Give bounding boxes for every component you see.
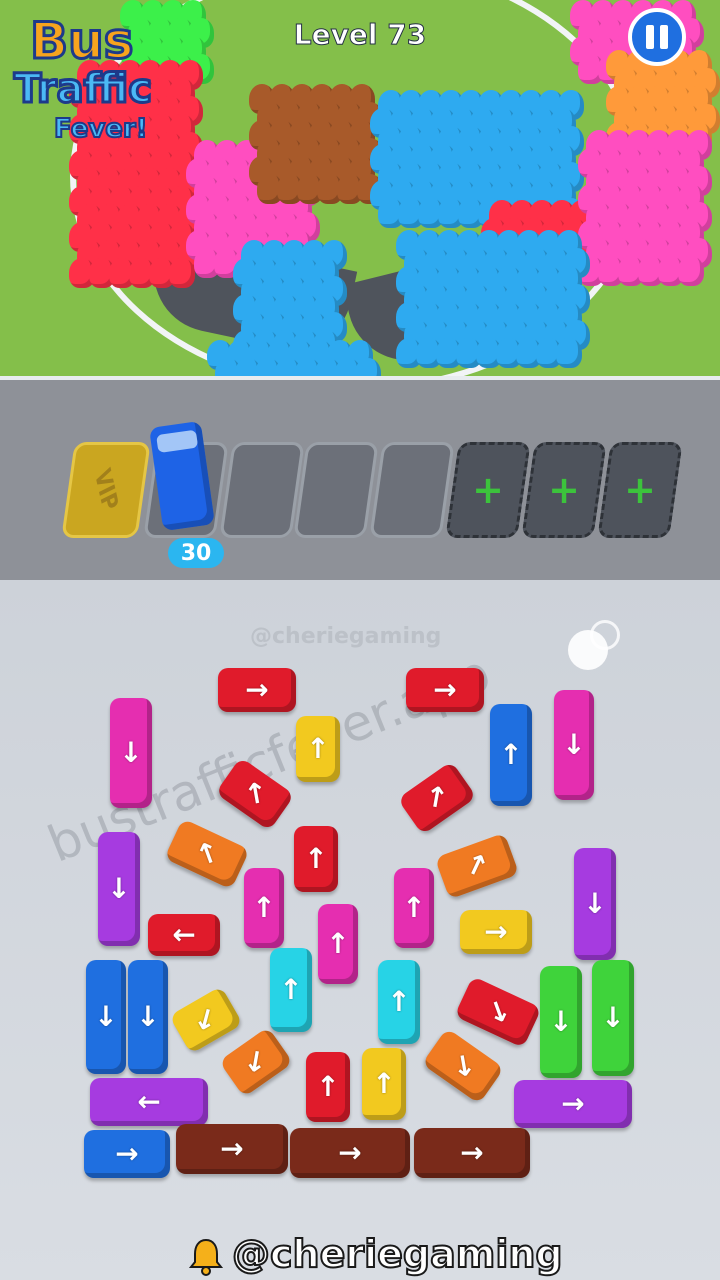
direction-arrow-icon: ↗	[460, 846, 494, 886]
parking-slot	[219, 442, 305, 538]
magenta-bus[interactable]: ↓	[554, 690, 594, 800]
blue-bus[interactable]: ↓	[86, 960, 126, 1074]
locked-slot[interactable]: +	[521, 442, 607, 538]
direction-arrow-icon: →	[460, 1136, 484, 1169]
direction-arrow-icon: →	[245, 673, 269, 706]
purple-bus[interactable]: ↓	[574, 848, 616, 960]
direction-arrow-icon: ←	[172, 918, 196, 951]
direction-arrow-icon: ↓	[119, 736, 143, 769]
plus-icon: +	[548, 468, 580, 512]
direction-arrow-icon: ↓	[549, 1005, 573, 1038]
magenta-car[interactable]: ↑	[318, 904, 358, 984]
direction-arrow-icon: ↑	[402, 891, 426, 924]
pause-button[interactable]	[628, 8, 686, 66]
direction-arrow-icon: ↓	[107, 872, 131, 905]
direction-arrow-icon: ↓	[583, 887, 607, 920]
direction-arrow-icon: ↓	[136, 1000, 160, 1033]
passenger	[556, 338, 583, 368]
red-bus[interactable]: →	[406, 668, 484, 712]
logo-line-3: Fever!	[53, 113, 149, 145]
direction-arrow-icon: ↙	[236, 1041, 275, 1082]
parking-slot	[369, 442, 455, 538]
direction-arrow-icon: →	[484, 915, 508, 948]
pause-icon	[643, 25, 671, 49]
direction-arrow-icon: ↘	[480, 991, 516, 1032]
direction-arrow-icon: ↑	[252, 891, 276, 924]
vip-label: VIP	[89, 464, 123, 516]
direction-arrow-icon: →	[220, 1132, 244, 1165]
logo-line-2: Traffic	[13, 65, 154, 114]
yellow-car[interactable]: ↑	[296, 716, 340, 782]
direction-arrow-icon: ↖	[236, 773, 275, 814]
direction-arrow-icon: ↑	[372, 1067, 396, 1100]
locked-slot[interactable]: +	[445, 442, 531, 538]
level-title: Level 73	[293, 18, 427, 52]
direction-arrow-icon: ↓	[562, 728, 586, 761]
red-car[interactable]: ↑	[306, 1052, 350, 1122]
direction-arrow-icon: →	[561, 1087, 585, 1120]
purple-bus[interactable]: →	[514, 1080, 632, 1128]
direction-arrow-icon: →	[433, 673, 457, 706]
direction-arrow-icon: ↑	[499, 738, 523, 771]
direction-arrow-icon: ↘	[444, 1045, 483, 1086]
direction-arrow-icon: ↑	[316, 1070, 340, 1103]
bubble-decoration	[568, 630, 608, 670]
cyan-car[interactable]: ↑	[270, 948, 312, 1032]
blue-bus[interactable]: →	[84, 1130, 170, 1178]
direction-arrow-icon: ↑	[279, 973, 303, 1006]
red-car[interactable]: ←	[148, 914, 220, 956]
direction-arrow-icon: ↑	[304, 842, 328, 875]
brown-bus[interactable]: →	[290, 1128, 410, 1178]
yellow-car[interactable]: →	[460, 910, 532, 954]
purple-bus[interactable]: ↓	[98, 832, 140, 946]
magenta-bus[interactable]: ↓	[110, 698, 152, 808]
magenta-car[interactable]: ↑	[394, 868, 434, 948]
cyan-car[interactable]: ↑	[378, 960, 420, 1044]
yellow-car[interactable]: ↑	[362, 1048, 406, 1120]
direction-arrow-icon: ↓	[601, 1001, 625, 1034]
direction-arrow-icon: ↑	[387, 985, 411, 1018]
direction-arrow-icon: ↙	[187, 999, 225, 1040]
direction-arrow-icon: →	[115, 1137, 139, 1170]
brown-bus[interactable]: →	[176, 1124, 288, 1174]
channel-handle: @cheriegaming	[231, 1231, 564, 1277]
parking-slot	[293, 442, 379, 538]
passenger	[677, 256, 704, 286]
direction-arrow-icon: →	[338, 1136, 362, 1169]
plus-icon: +	[624, 468, 656, 512]
bus-counter: 30	[168, 538, 224, 568]
red-car[interactable]: ↑	[294, 826, 338, 892]
green-bus[interactable]: ↓	[540, 966, 582, 1078]
blue-bus[interactable]: ↓	[128, 960, 168, 1074]
green-bus[interactable]: ↓	[592, 960, 634, 1076]
direction-arrow-icon: ↖	[189, 833, 225, 874]
station-scene: VIP + + + 30 Bus Traffic Fever! Level 73	[0, 0, 720, 580]
direction-arrow-icon: ↗	[417, 777, 456, 818]
brown-bus[interactable]: →	[414, 1128, 530, 1178]
red-bus[interactable]: →	[218, 668, 296, 712]
vip-slot[interactable]: VIP	[61, 442, 151, 538]
direction-arrow-icon: ↑	[306, 732, 330, 765]
passenger	[168, 258, 195, 288]
direction-arrow-icon: ↑	[326, 927, 350, 960]
watermark-handle: @cheriegaming	[250, 624, 442, 649]
purple-bus[interactable]: ←	[90, 1078, 208, 1126]
locked-slot[interactable]: +	[597, 442, 683, 538]
bell-icon	[188, 1238, 224, 1276]
plus-icon: +	[472, 468, 504, 512]
direction-arrow-icon: ↓	[94, 1000, 118, 1033]
blue-bus[interactable]: ↑	[490, 704, 532, 806]
direction-arrow-icon: ←	[137, 1085, 161, 1118]
magenta-car[interactable]: ↑	[244, 868, 284, 948]
